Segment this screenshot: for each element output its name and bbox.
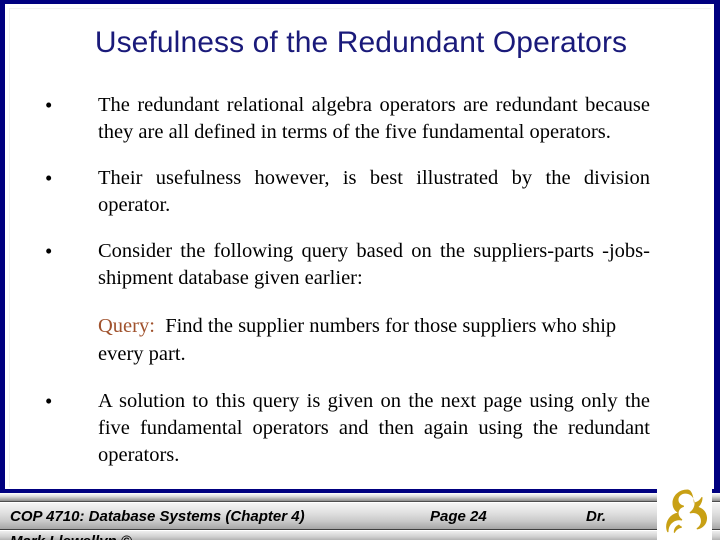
footer-instructor-prefix: Dr. [586,508,607,525]
footer-author-label: Mark Llewellyn © [10,533,132,540]
query-paragraph: Query: Find the supplier numbers for tho… [98,312,658,368]
bullet-marker-icon: • [45,166,53,190]
bullet-item-2: • Their usefulness however, is best illu… [0,165,720,219]
query-label: Query: [98,315,155,337]
bullet-text-4: A solution to this query is given on the… [98,390,650,466]
footer-page-number: Page 24 [430,508,487,525]
bullet-item-4: • A solution to this query is given on t… [0,388,720,469]
slide-title: Usefulness of the Redundant Operators [94,26,628,59]
bullet-text-2: Their usefulness however, is best illust… [98,167,650,216]
bullet-marker-icon: • [45,239,53,263]
slide-canvas: Usefulness of the Redundant Operators • … [0,0,720,540]
footer-course-label: COP 4710: Database Systems (Chapter 4) [10,508,305,525]
bullet-text-1: The redundant relational algebra operato… [98,94,650,143]
bullet-item-1: • The redundant relational algebra opera… [0,92,720,146]
bullet-marker-icon: • [45,93,53,117]
slide-border-top [0,0,720,4]
slide-footer: COP 4710: Database Systems (Chapter 4) P… [0,493,720,540]
slide-body: • The redundant relational algebra opera… [0,92,720,469]
query-spacer [155,315,165,337]
bullet-text-3: Consider the following query based on th… [98,240,650,289]
query-text: Find the supplier numbers for those supp… [98,315,617,365]
footer-bar-top [0,493,720,502]
bullet-item-3: • Consider the following query based on … [0,238,720,292]
bullet-marker-icon: • [45,389,53,413]
ucf-pegasus-logo [657,486,712,540]
